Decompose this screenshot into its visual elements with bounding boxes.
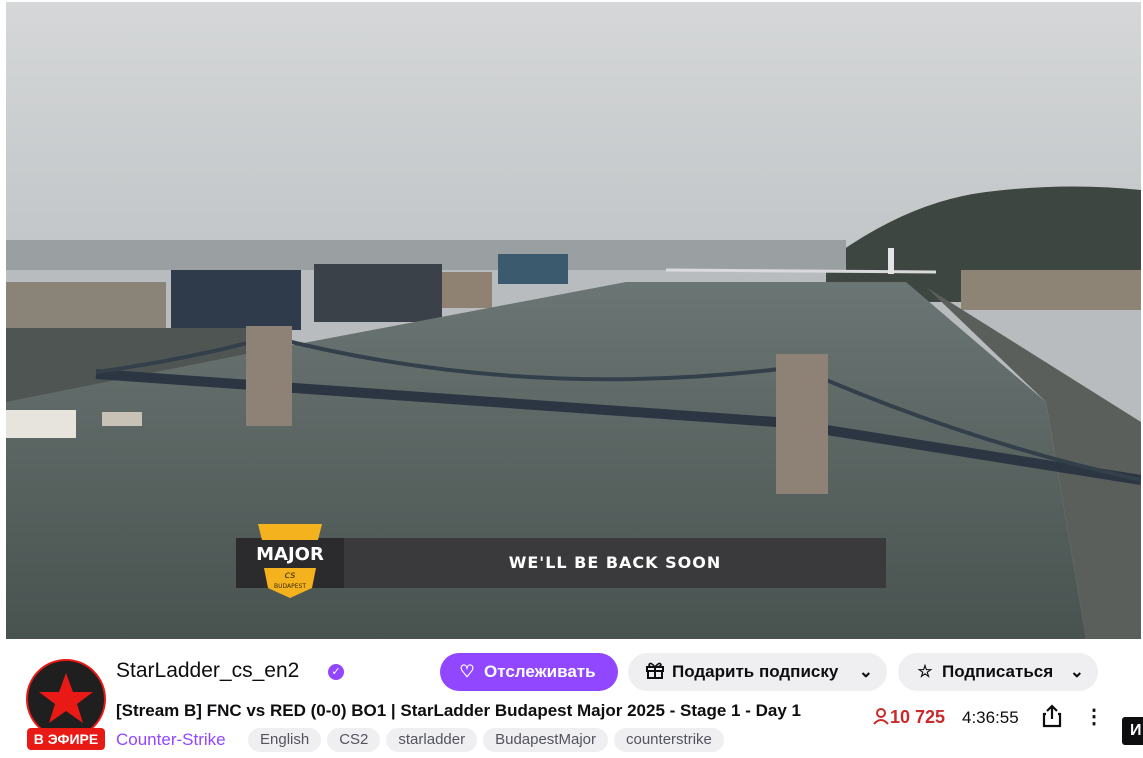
star-outline-icon: ☆	[917, 662, 933, 681]
viewer-count-value: 10 725	[890, 707, 946, 727]
video-player[interactable]: MAJOR cs BUDAPEST WE'LL BE BACK SOON	[6, 2, 1141, 639]
logo-subtext: cs	[285, 570, 296, 581]
follow-label: Отслеживать	[484, 662, 596, 681]
tag[interactable]: counterstrike	[614, 728, 724, 752]
channel-info-bar: В ЭФИРЕ StarLadder_cs_en2 ✓ ♡ Отслеживать…	[6, 639, 1143, 758]
tag[interactable]: starladder	[386, 728, 478, 752]
more-options-icon[interactable]: ⋮	[1084, 705, 1104, 729]
viewer-icon	[873, 708, 889, 725]
stream-page: MAJOR cs BUDAPEST WE'LL BE BACK SOON В Э…	[0, 0, 1143, 758]
tag[interactable]: BudapestMajor	[483, 728, 608, 752]
stream-title: [Stream B] FNC vs RED (0-0) BO1 | StarLa…	[116, 701, 801, 720]
back-soon-text: WE'LL BE BACK SOON	[508, 553, 722, 572]
tag-list: English CS2 starladder BudapestMajor cou…	[248, 728, 724, 752]
gift-icon	[644, 653, 666, 691]
star-icon	[39, 673, 93, 723]
category-link[interactable]: Counter-Strike	[116, 730, 226, 750]
viewer-count: 10 725	[872, 707, 945, 728]
channel-avatar[interactable]	[26, 659, 106, 739]
tag[interactable]: CS2	[327, 728, 381, 752]
chevron-down-icon: ⌄	[1069, 662, 1084, 681]
subscribe-button[interactable]: ☆ Подписаться ⌄	[898, 653, 1098, 691]
share-icon[interactable]	[1040, 703, 1064, 729]
logo-emblem: MAJOR cs BUDAPEST	[256, 524, 324, 598]
major-logo: MAJOR cs BUDAPEST	[236, 518, 344, 598]
heart-icon: ♡	[459, 662, 475, 681]
live-badge: В ЭФИРЕ	[27, 728, 105, 750]
channel-name[interactable]: StarLadder_cs_en2	[116, 659, 299, 683]
logo-city: BUDAPEST	[274, 583, 306, 590]
verified-icon: ✓	[328, 664, 344, 680]
subscribe-label: Подписаться	[942, 662, 1054, 681]
gift-subscription-button[interactable]: Подарить подписку ⌄	[628, 653, 887, 691]
side-tab[interactable]: И	[1122, 717, 1143, 745]
logo-text: MAJOR	[256, 544, 324, 565]
chevron-down-icon: ⌄	[858, 662, 873, 681]
stream-uptime: 4:36:55	[962, 708, 1019, 727]
tag[interactable]: English	[248, 728, 322, 752]
follow-button[interactable]: ♡ Отслеживать	[440, 653, 618, 691]
gift-label: Подарить подписку	[672, 662, 839, 681]
